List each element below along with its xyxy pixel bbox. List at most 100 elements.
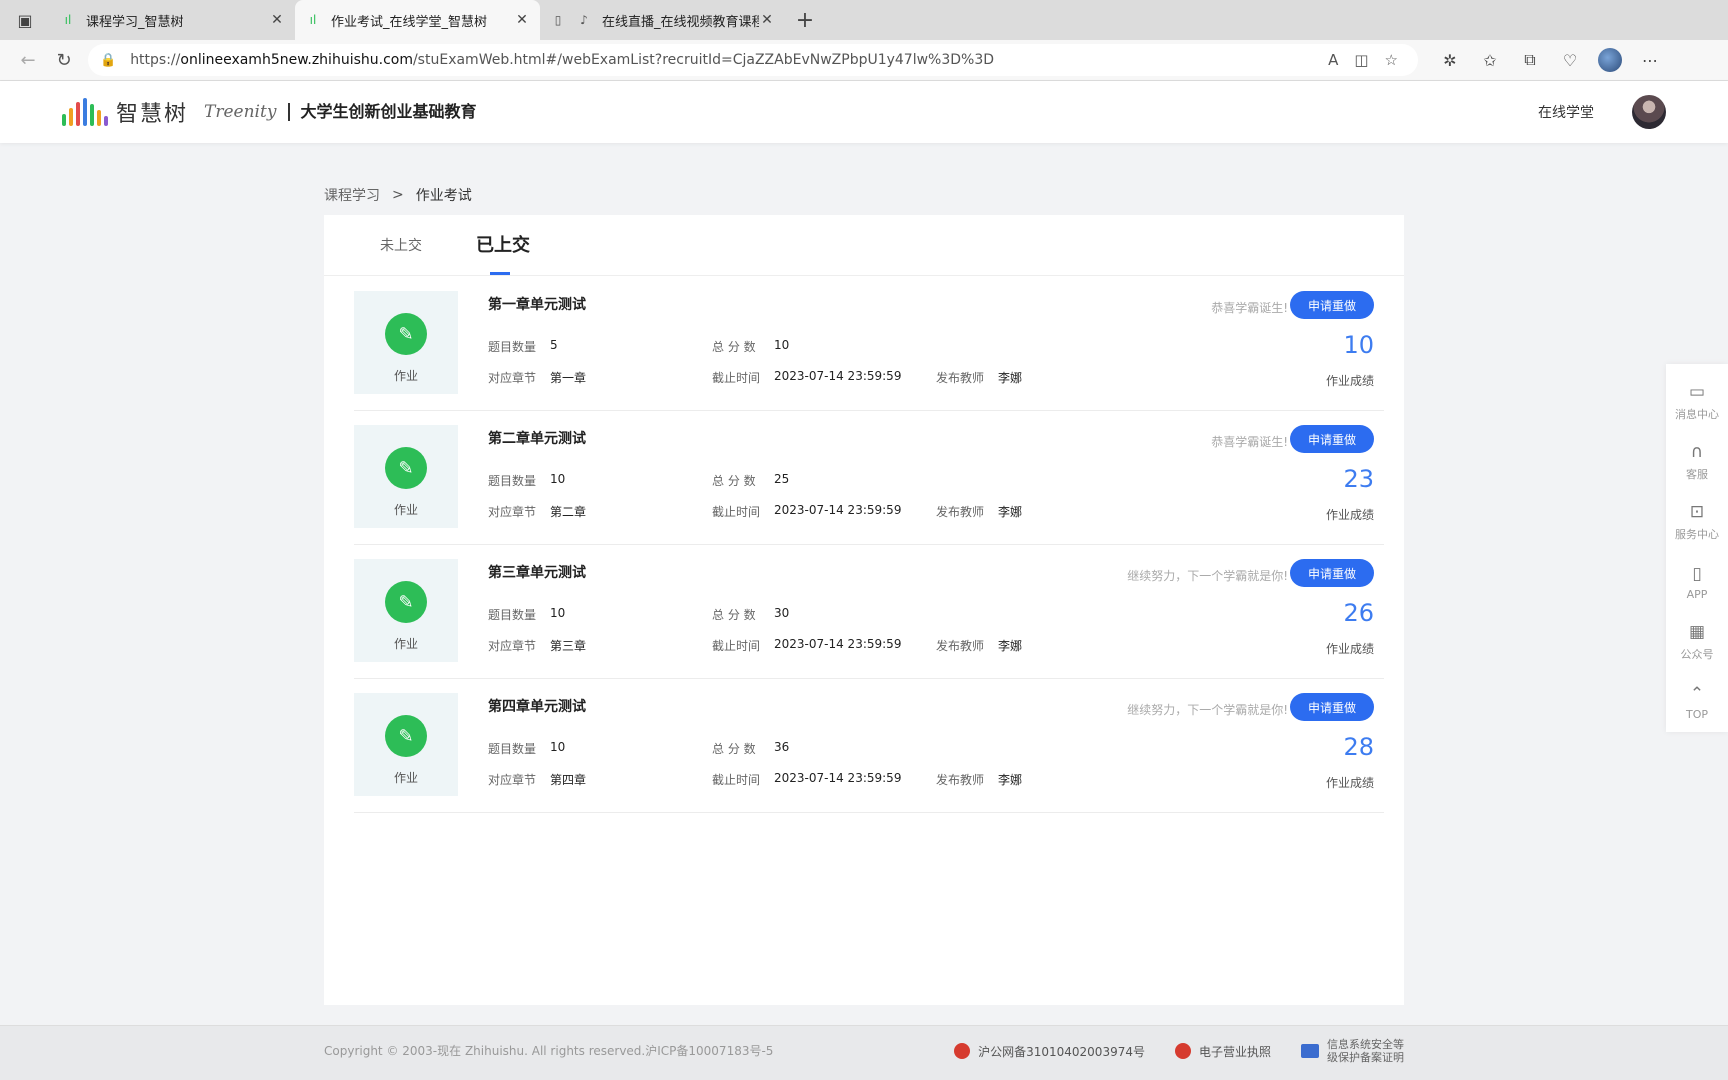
deadline-value: 2023-07-14 23:59:59	[774, 771, 902, 785]
extensions-icon[interactable]: ✲	[1430, 42, 1470, 78]
score-value: 28	[1343, 733, 1374, 761]
url-field[interactable]: 🔒 https://onlineexamh5new.zhihuishu.com/…	[88, 44, 1418, 76]
score-value: 10	[1343, 331, 1374, 359]
profile-icon[interactable]	[1590, 42, 1630, 78]
deadline-value: 2023-07-14 23:59:59	[774, 503, 902, 517]
question-count-label: 题目数量	[488, 474, 537, 488]
user-avatar[interactable]	[1632, 95, 1666, 129]
request-redo-button[interactable]: 申请重做	[1289, 291, 1374, 319]
teacher-label: 发布教师	[936, 371, 985, 385]
breadcrumb-current: 作业考试	[415, 188, 472, 204]
split-screen-icon[interactable]: ◫	[1354, 51, 1368, 69]
chapter-label: 对应章节	[488, 639, 537, 653]
assignment-title[interactable]: 第二章单元测试	[488, 428, 586, 448]
copyright-text: Copyright © 2003-现在 Zhihuishu. All right…	[324, 1044, 774, 1058]
browser-tab-strip: ▣ ıl 课程学习_智慧树 ✕ ıl 作业考试_在线学堂_智慧树 ✕ ▯ ♪ 在…	[0, 0, 1728, 40]
address-bar-row: ← ↻ 🔒 https://onlineexamh5new.zhihuishu.…	[0, 40, 1728, 81]
site-footer: Copyright © 2003-现在 Zhihuishu. All right…	[0, 1025, 1728, 1080]
total-score-label: 总 分 数	[712, 340, 756, 354]
assignment-title[interactable]: 第三章单元测试	[488, 562, 586, 582]
close-tab-icon[interactable]: ✕	[759, 12, 775, 28]
chapter-value: 第二章	[550, 505, 587, 519]
zhihuishu-favicon-icon: ıl	[309, 13, 317, 27]
teacher-label: 发布教师	[936, 505, 985, 519]
browser-tab-exam[interactable]: ıl 作业考试_在线学堂_智慧树 ✕	[295, 0, 540, 40]
online-classroom-link[interactable]: 在线学堂	[1538, 102, 1594, 122]
assignment-row: ✎ 作业 第四章单元测试 题目数量 10 总 分 数 36 对应章节 第四章 截止时间 2023-0…	[354, 679, 1384, 813]
teacher-value: 李娜	[998, 773, 1023, 787]
tab-submitted[interactable]: 已上交	[476, 231, 530, 275]
deadline-label: 截止时间	[712, 773, 761, 787]
assignment-badge: ✎ 作业	[354, 291, 458, 394]
favorite-star-icon[interactable]: ☆	[1385, 51, 1398, 69]
teacher-label: 发布教师	[936, 639, 985, 653]
edit-pencil-icon: ✎	[385, 313, 427, 355]
sidebar-item-service-center[interactable]: ⊡ 服务中心	[1675, 492, 1719, 552]
qrcode-icon: ▦	[1688, 622, 1706, 642]
total-score-label: 总 分 数	[712, 742, 756, 756]
site-logo[interactable]: 智慧树 Treenity	[62, 96, 276, 128]
badge-label: 作业	[393, 503, 418, 517]
assignment-badge: ✎ 作业	[354, 693, 458, 796]
question-count-value: 5	[550, 338, 558, 352]
health-icon[interactable]: ♡	[1550, 42, 1590, 78]
breadcrumb: 课程学习 > 作业考试	[324, 185, 472, 205]
edit-pencil-icon: ✎	[385, 715, 427, 757]
sidebar-item-app[interactable]: ▯ APP	[1687, 552, 1708, 612]
message-icon: ▭	[1688, 382, 1706, 402]
edit-pencil-icon: ✎	[385, 447, 427, 489]
badge-label: 作业	[393, 369, 418, 383]
more-menu-icon[interactable]: ⋯	[1630, 42, 1670, 78]
business-license-link[interactable]: 电子营业执照	[1174, 1043, 1271, 1060]
request-redo-button[interactable]: 申请重做	[1289, 559, 1374, 587]
request-redo-button[interactable]: 申请重做	[1289, 693, 1374, 721]
police-record-link[interactable]: 沪公网备31010402003974号	[954, 1043, 1145, 1060]
back-icon[interactable]: ←	[10, 42, 46, 78]
sidebar-item-wechat[interactable]: ▦ 公众号	[1681, 612, 1714, 672]
sidebar-item-top[interactable]: ⌃ TOP	[1686, 672, 1708, 732]
tab-not-submitted[interactable]: 未上交	[380, 235, 422, 275]
speaker-icon[interactable]: ♪	[576, 12, 592, 28]
site-header: 智慧树 Treenity 大学生创新创业基础教育 在线学堂	[0, 81, 1728, 143]
request-redo-button[interactable]: 申请重做	[1289, 425, 1374, 453]
encouragement-text: 恭喜学霸诞生!	[1211, 301, 1288, 315]
teacher-value: 李娜	[998, 639, 1023, 653]
question-count-label: 题目数量	[488, 608, 537, 622]
assignment-row: ✎ 作业 第一章单元测试 题目数量 5 总 分 数 10 对应章节 第一章 截止时间 2023-07…	[354, 277, 1384, 411]
logo-bars-icon	[62, 98, 108, 126]
sidebar-item-messages[interactable]: ▭ 消息中心	[1675, 372, 1719, 432]
license-badge-icon	[1174, 1043, 1191, 1059]
assignment-title[interactable]: 第一章单元测试	[488, 294, 586, 314]
security-certificate-link[interactable]: 信息系统安全等 级保护备案证明	[1301, 1038, 1404, 1064]
police-badge-icon	[954, 1043, 971, 1059]
sidebar-item-customer-service[interactable]: ∩ 客服	[1686, 432, 1708, 492]
teacher-value: 李娜	[998, 505, 1023, 519]
favorites-icon[interactable]: ✩	[1470, 42, 1510, 78]
browser-tab-live[interactable]: ▯ ♪ 在线直播_在线视频教育课程 ✕	[540, 0, 785, 40]
deadline-value: 2023-07-14 23:59:59	[774, 637, 902, 651]
status-tabs: 未上交 已上交	[324, 215, 1404, 276]
refresh-icon[interactable]: ↻	[46, 42, 82, 78]
new-tab-icon[interactable]: +	[785, 0, 825, 40]
edit-pencil-icon: ✎	[385, 581, 427, 623]
score-label: 作业成绩	[1325, 374, 1374, 388]
read-aloud-icon[interactable]: A	[1328, 51, 1338, 69]
chapter-value: 第四章	[550, 773, 587, 787]
teacher-value: 李娜	[998, 371, 1023, 385]
close-tab-icon[interactable]: ✕	[514, 12, 530, 28]
question-count-value: 10	[550, 606, 566, 620]
tab-actions-icon[interactable]: ▣	[0, 0, 50, 40]
breadcrumb-course-link[interactable]: 课程学习	[324, 185, 380, 205]
chapter-label: 对应章节	[488, 505, 537, 519]
close-tab-icon[interactable]: ✕	[269, 12, 285, 28]
page-icon: ▯	[554, 13, 562, 27]
chapter-value: 第三章	[550, 639, 587, 653]
encouragement-text: 恭喜学霸诞生!	[1211, 435, 1288, 449]
collections-icon[interactable]: ⧉	[1510, 42, 1550, 78]
browser-tab-course[interactable]: ıl 课程学习_智慧树 ✕	[50, 0, 295, 40]
tab-title: 作业考试_在线学堂_智慧树	[331, 14, 488, 30]
assignment-title[interactable]: 第四章单元测试	[488, 696, 586, 716]
score-value: 26	[1343, 599, 1374, 627]
total-score-label: 总 分 数	[712, 474, 756, 488]
lock-icon: 🔒	[100, 52, 117, 68]
